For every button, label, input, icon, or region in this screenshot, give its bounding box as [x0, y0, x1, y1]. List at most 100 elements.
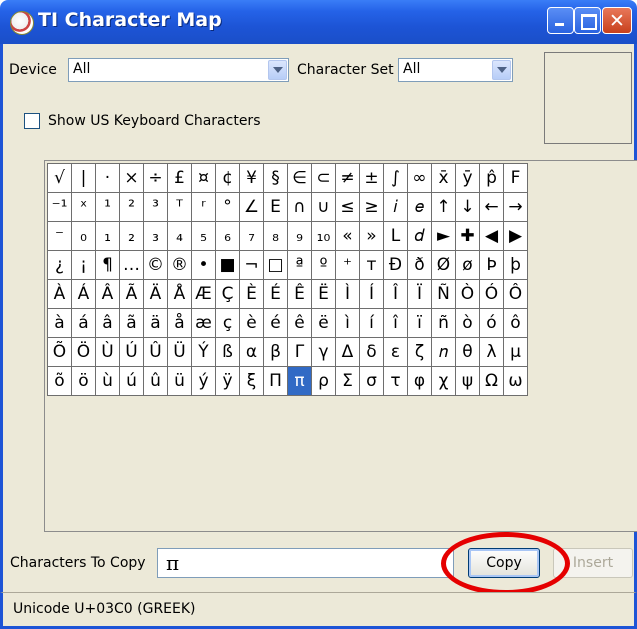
character-cell[interactable]: Ù	[95, 337, 120, 367]
character-cell[interactable]: ×	[119, 163, 144, 193]
character-cell[interactable]: ₃	[143, 221, 168, 251]
insert-button[interactable]: Insert	[553, 548, 633, 578]
character-cell[interactable]: õ	[47, 366, 72, 396]
character-cell[interactable]: ↑	[431, 192, 456, 222]
character-cell[interactable]: ₂	[119, 221, 144, 251]
character-cell[interactable]: Ò	[455, 279, 480, 309]
character-cell[interactable]: x̄	[431, 163, 456, 193]
character-cell[interactable]: ∈	[287, 163, 312, 193]
character-cell[interactable]: ö	[71, 366, 96, 396]
character-cell[interactable]: É	[263, 279, 288, 309]
character-cell[interactable]: ∫	[383, 163, 408, 193]
character-cell[interactable]: Æ	[191, 279, 216, 309]
character-cell[interactable]: ₈	[263, 221, 288, 251]
character-cell[interactable]: β	[263, 337, 288, 367]
character-cell[interactable]: è	[239, 308, 264, 338]
character-cell[interactable]: θ	[455, 337, 480, 367]
character-cell[interactable]: ◀	[479, 221, 504, 251]
character-cell[interactable]: √	[47, 163, 72, 193]
character-cell[interactable]: μ	[503, 337, 528, 367]
character-cell[interactable]: ¢	[215, 163, 240, 193]
character-cell[interactable]: ý	[191, 366, 216, 396]
character-cell[interactable]: ₆	[215, 221, 240, 251]
character-cell[interactable]: ≠	[335, 163, 360, 193]
character-cell[interactable]: 𝑒	[407, 192, 432, 222]
character-cell[interactable]: À	[47, 279, 72, 309]
minimize-button[interactable]	[547, 7, 574, 34]
character-cell[interactable]: Â	[95, 279, 120, 309]
character-cell[interactable]: ρ	[311, 366, 336, 396]
character-cell[interactable]: ó	[479, 308, 504, 338]
character-cell[interactable]: æ	[191, 308, 216, 338]
character-cell[interactable]: ∩	[287, 192, 312, 222]
character-cell[interactable]: F	[503, 163, 528, 193]
character-cell[interactable]: ₇	[239, 221, 264, 251]
character-cell[interactable]: Ã	[119, 279, 144, 309]
character-cell[interactable]: £	[167, 163, 192, 193]
character-cell[interactable]: Π	[263, 366, 288, 396]
character-cell[interactable]: Ü	[167, 337, 192, 367]
character-cell[interactable]: Î	[383, 279, 408, 309]
character-cell[interactable]: δ	[359, 337, 384, 367]
character-cell[interactable]: □	[263, 250, 288, 280]
character-cell[interactable]: φ	[407, 366, 432, 396]
character-cell[interactable]: Ð	[383, 250, 408, 280]
character-cell[interactable]: î	[383, 308, 408, 338]
character-cell[interactable]: Ö	[71, 337, 96, 367]
character-cell[interactable]: ⁻¹	[47, 192, 72, 222]
character-cell[interactable]: L	[383, 221, 408, 251]
character-cell[interactable]: Í	[359, 279, 384, 309]
character-cell[interactable]: Ô	[503, 279, 528, 309]
character-cell[interactable]: ►	[431, 221, 456, 251]
character-cell[interactable]: α	[239, 337, 264, 367]
character-cell[interactable]: ⁻	[47, 221, 72, 251]
character-cell[interactable]: χ	[431, 366, 456, 396]
character-cell[interactable]: ¤	[191, 163, 216, 193]
copy-button[interactable]: Copy	[468, 548, 540, 578]
character-cell[interactable]: ζ	[407, 337, 432, 367]
character-cell[interactable]: ω	[503, 366, 528, 396]
character-cell[interactable]: ¹	[95, 192, 120, 222]
character-cell[interactable]: ©	[143, 250, 168, 280]
character-cell[interactable]: ±	[359, 163, 384, 193]
character-cell[interactable]: ᵀ	[167, 192, 192, 222]
character-cell[interactable]: Ú	[119, 337, 144, 367]
character-cell[interactable]: ò	[455, 308, 480, 338]
character-cell[interactable]: ã	[119, 308, 144, 338]
character-cell[interactable]: 𝑖	[383, 192, 408, 222]
character-cell[interactable]: ú	[119, 366, 144, 396]
character-cell[interactable]: ⁺	[335, 250, 360, 280]
character-cell[interactable]: Ó	[479, 279, 504, 309]
device-select[interactable]: All	[68, 58, 289, 82]
maximize-button[interactable]	[574, 7, 601, 34]
character-cell[interactable]: ˣ	[71, 192, 96, 222]
character-cell[interactable]: »	[359, 221, 384, 251]
character-cell[interactable]: ÷	[143, 163, 168, 193]
character-cell[interactable]: ₁₀	[311, 221, 336, 251]
character-cell[interactable]: ç	[215, 308, 240, 338]
character-cell[interactable]: ï	[407, 308, 432, 338]
character-cell[interactable]: →	[503, 192, 528, 222]
character-cell[interactable]: â	[95, 308, 120, 338]
character-cell[interactable]: ↓	[455, 192, 480, 222]
character-cell[interactable]: Σ	[335, 366, 360, 396]
close-button[interactable]: ✕	[602, 7, 632, 34]
character-cell[interactable]: ₅	[191, 221, 216, 251]
character-cell[interactable]: Ý	[191, 337, 216, 367]
character-cell[interactable]: •	[191, 250, 216, 280]
character-cell[interactable]: p̂	[479, 163, 504, 193]
character-cell[interactable]: ✚	[455, 221, 480, 251]
character-cell[interactable]: ∪	[311, 192, 336, 222]
character-cell[interactable]: Ê	[287, 279, 312, 309]
character-set-select[interactable]: All	[398, 58, 513, 82]
character-cell[interactable]: Ç	[215, 279, 240, 309]
character-cell[interactable]: 𝑛	[431, 337, 456, 367]
character-cell[interactable]: …	[119, 250, 144, 280]
character-cell[interactable]: ₀	[71, 221, 96, 251]
character-cell[interactable]: ∞	[407, 163, 432, 193]
character-cell[interactable]: Γ	[287, 337, 312, 367]
character-cell[interactable]: 𝑑	[407, 221, 432, 251]
character-cell[interactable]: ¬	[239, 250, 264, 280]
character-cell[interactable]: ▶	[503, 221, 528, 251]
character-cell[interactable]: ô	[503, 308, 528, 338]
